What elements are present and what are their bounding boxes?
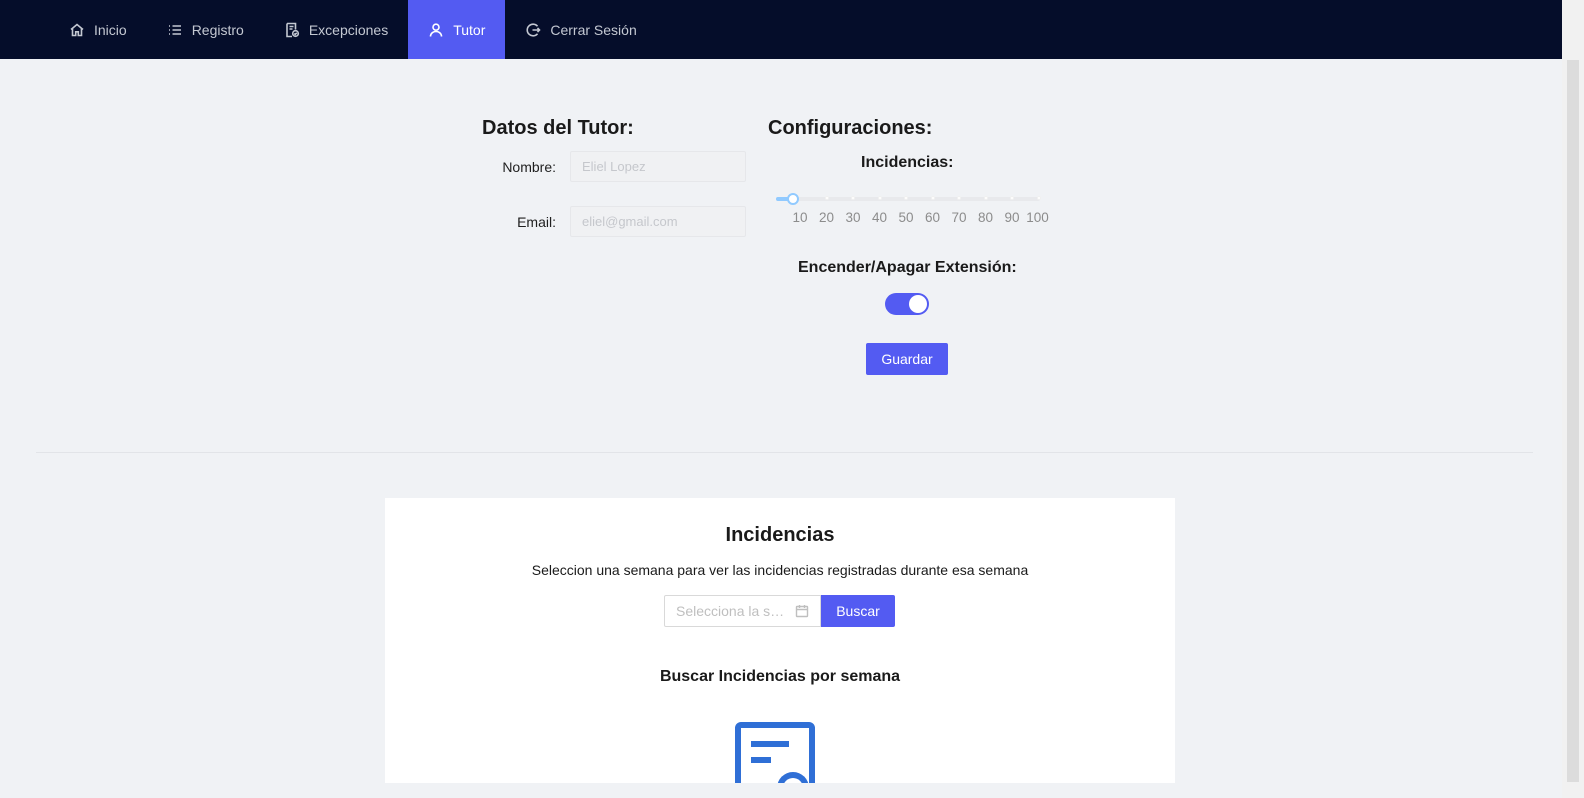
home-icon xyxy=(70,22,84,36)
vertical-scrollbar[interactable] xyxy=(1562,0,1584,798)
slider-mark-label: 60 xyxy=(924,210,941,225)
slider-rail[interactable] xyxy=(776,197,1040,201)
email-field[interactable] xyxy=(570,206,746,237)
slider-handle[interactable] xyxy=(787,193,799,205)
calendar-icon xyxy=(795,605,809,618)
save-button[interactable]: Guardar xyxy=(866,343,948,375)
card-description: Seleccion una semana para ver las incide… xyxy=(531,562,1029,578)
slider-mark-label: 90 xyxy=(1004,210,1020,225)
nav-item-registro[interactable]: Registro xyxy=(147,0,264,59)
slider-mark-label: 70 xyxy=(951,210,967,225)
slider-mark-label: 50 xyxy=(898,210,914,225)
slider-dot xyxy=(1036,196,1041,200)
slider-dot xyxy=(1010,196,1014,200)
extension-toggle-label: Encender/Apagar Extensión: xyxy=(798,259,1017,276)
name-field[interactable] xyxy=(570,151,746,182)
section-divider xyxy=(36,452,1533,453)
slider-mark-label: 80 xyxy=(977,210,994,225)
search-button[interactable]: Buscar xyxy=(821,595,895,627)
slider-dot xyxy=(851,196,855,200)
nav-item-cerrar-sesion[interactable]: Cerrar Sesión xyxy=(505,0,656,59)
card-title: Incidencias xyxy=(725,524,835,546)
slider-dot xyxy=(957,196,961,200)
slider-mark-label: 40 xyxy=(871,210,888,225)
slider-mark-label: 100 xyxy=(1026,210,1049,225)
slider-mark-label: 10 xyxy=(792,210,808,225)
nav-item-label: Cerrar Sesión xyxy=(550,21,637,38)
tutor-section-title: Datos del Tutor: xyxy=(482,117,634,139)
incidencias-label: Incidencias: xyxy=(861,154,954,171)
nav-item-label: Inicio xyxy=(94,21,127,38)
week-picker[interactable]: Selecciona la semana xyxy=(664,595,821,627)
week-picker-placeholder: Selecciona la semana xyxy=(676,603,791,619)
logout-icon xyxy=(526,22,542,37)
user-icon xyxy=(429,22,443,37)
config-section-title: Configuraciones: xyxy=(768,117,933,139)
nav-item-tutor[interactable]: Tutor xyxy=(408,0,506,59)
scrollbar-thumb[interactable] xyxy=(1567,60,1579,782)
card-subtitle: Buscar Incidencias por semana xyxy=(659,668,901,685)
nav-item-label: Tutor xyxy=(453,21,486,38)
incidencias-card: Incidencias Seleccion una semana para ve… xyxy=(385,498,1175,798)
slider-dot xyxy=(824,196,829,200)
slider-dot xyxy=(877,196,882,200)
slider-dot xyxy=(904,196,908,200)
nav-item-label: Registro xyxy=(191,21,244,38)
slider-dot xyxy=(930,196,935,200)
extension-toggle[interactable] xyxy=(885,293,929,315)
list-icon xyxy=(168,24,181,35)
slider-dot xyxy=(983,196,988,200)
top-navbar: Inicio Registro Excepciones Tutor Cerrar… xyxy=(0,0,1562,59)
document-check-icon xyxy=(286,22,299,37)
slider-mark-label: 30 xyxy=(845,210,861,225)
name-label: Nombre: xyxy=(502,159,556,175)
slider-mark-label: 20 xyxy=(818,210,835,225)
nav-item-excepciones[interactable]: Excepciones xyxy=(264,0,408,59)
email-label: Email: xyxy=(517,214,556,230)
bottom-strip xyxy=(0,783,1584,798)
nav-item-inicio[interactable]: Inicio xyxy=(49,0,147,59)
toggle-knob xyxy=(909,295,927,313)
nav-item-label: Excepciones xyxy=(308,21,389,38)
